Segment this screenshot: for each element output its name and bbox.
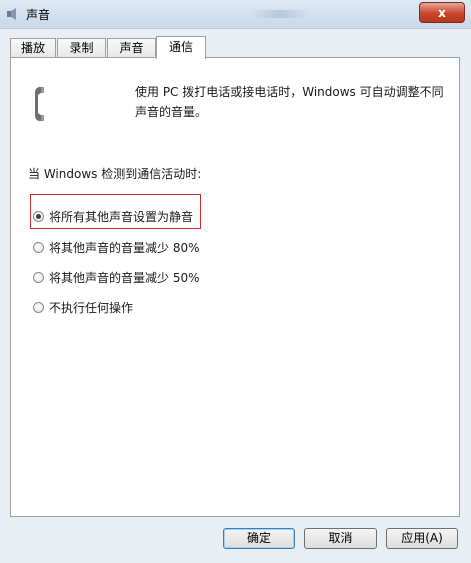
- close-icon: x: [438, 5, 446, 20]
- description: 使用 PC 拨打电话或接电话时，Windows 可自动调整不同 声音的音量。: [135, 82, 455, 122]
- option-reduce-80[interactable]: 将其他声音的音量减少 80%: [33, 238, 200, 256]
- tab-sounds[interactable]: 声音: [107, 38, 156, 58]
- radio-button[interactable]: [33, 241, 44, 253]
- option-label: 将所有其他声音设置为静音: [49, 209, 194, 224]
- option-mute-all[interactable]: 将所有其他声音设置为静音: [33, 207, 193, 225]
- phone-icon: [35, 87, 44, 121]
- option-label: 将其他声音的音量减少 80%: [49, 240, 200, 255]
- tab-recording[interactable]: 录制: [57, 38, 106, 58]
- title-blur: [250, 10, 310, 18]
- option-label: 不执行任何操作: [49, 300, 134, 315]
- radio-button[interactable]: [33, 301, 44, 313]
- ok-button[interactable]: 确定: [223, 528, 295, 549]
- apply-button[interactable]: 应用(A): [386, 528, 458, 549]
- close-button[interactable]: x: [419, 2, 465, 23]
- title-bar: 声音 x: [0, 0, 471, 29]
- option-do-nothing[interactable]: 不执行任何操作: [33, 298, 133, 316]
- section-label: 当 Windows 检测到通信活动时:: [28, 167, 202, 181]
- option-reduce-50[interactable]: 将其他声音的音量减少 50%: [33, 268, 200, 286]
- radio-button[interactable]: [33, 271, 44, 283]
- description-line-1: 使用 PC 拨打电话或接电话时，Windows 可自动调整不同: [135, 85, 444, 99]
- option-label: 将其他声音的音量减少 50%: [49, 270, 200, 285]
- tab-playback[interactable]: 播放: [10, 38, 56, 58]
- speaker-icon: [7, 8, 16, 20]
- tab-panel: [10, 57, 460, 517]
- cancel-button[interactable]: 取消: [304, 528, 377, 549]
- window-title: 声音: [26, 8, 51, 22]
- description-line-2: 声音的音量。: [135, 105, 208, 119]
- radio-button[interactable]: [33, 210, 44, 222]
- tab-communications[interactable]: 通信: [156, 36, 206, 59]
